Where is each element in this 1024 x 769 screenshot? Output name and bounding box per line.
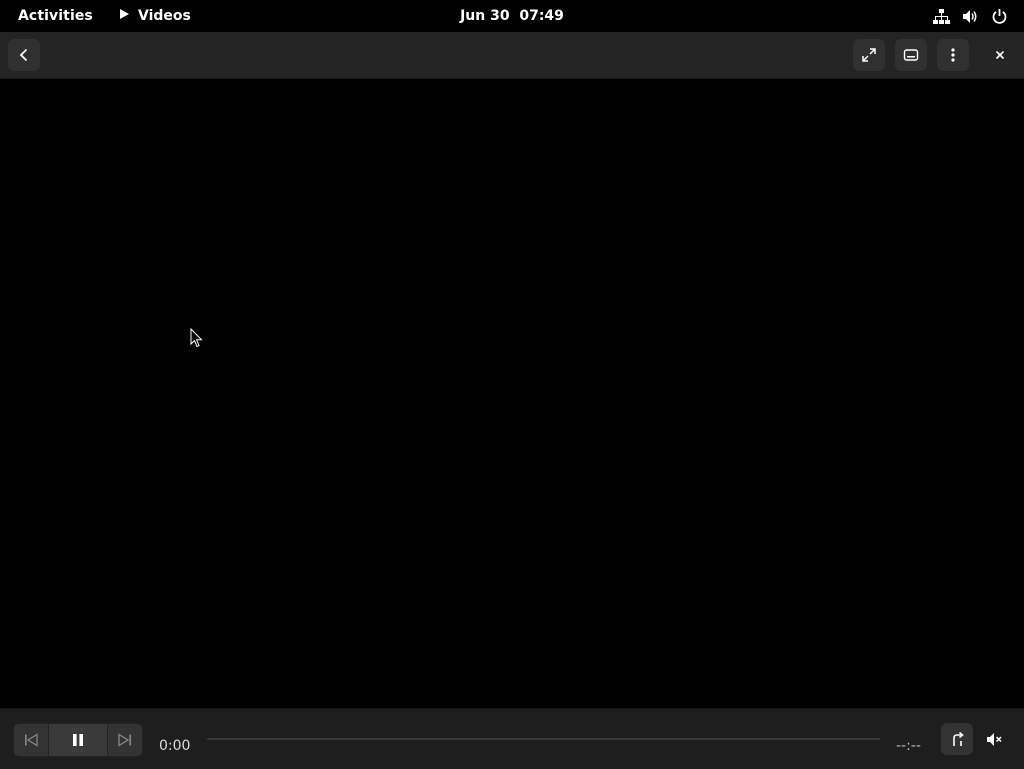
- play-icon: [118, 8, 130, 24]
- next-icon: [118, 733, 132, 747]
- close-button[interactable]: [984, 39, 1016, 71]
- next-button[interactable]: [108, 724, 142, 756]
- play-pause-button[interactable]: [48, 724, 108, 756]
- volume-button[interactable]: [978, 723, 1010, 755]
- volume-muted-icon: [986, 731, 1003, 748]
- fullscreen-icon: [861, 47, 877, 63]
- activities-button[interactable]: Activities: [18, 0, 93, 32]
- video-area[interactable]: [0, 79, 1024, 708]
- back-icon: [16, 47, 32, 63]
- system-tray[interactable]: [933, 0, 1008, 32]
- network-icon[interactable]: [933, 8, 950, 25]
- mouse-cursor-icon: [190, 328, 203, 348]
- back-button[interactable]: [8, 39, 40, 71]
- more-icon: [945, 47, 961, 63]
- volume-icon[interactable]: [962, 8, 979, 25]
- close-icon: [992, 47, 1008, 63]
- playback-controls: 0:00 --:--: [0, 708, 1024, 769]
- app-menu[interactable]: Videos: [118, 0, 191, 32]
- subtitles-icon: [903, 47, 919, 63]
- headerbar: [0, 32, 1024, 79]
- seek-slider[interactable]: [207, 738, 880, 740]
- app-menu-label: Videos: [138, 8, 191, 24]
- top-panel: Activities Videos Jun 30 07:49: [0, 0, 1024, 32]
- transport-buttons: [13, 723, 143, 757]
- power-icon[interactable]: [991, 8, 1008, 25]
- previous-button[interactable]: [14, 724, 48, 756]
- pause-icon: [71, 733, 85, 747]
- subtitles-button[interactable]: [895, 39, 927, 71]
- menu-button[interactable]: [937, 39, 969, 71]
- previous-icon: [24, 733, 38, 747]
- repeat-icon: [949, 731, 966, 748]
- clock[interactable]: Jun 30 07:49: [460, 8, 564, 24]
- current-time: 0:00: [159, 738, 191, 754]
- repeat-button[interactable]: [941, 723, 973, 755]
- total-time: --:--: [896, 738, 921, 754]
- fullscreen-button[interactable]: [853, 39, 885, 71]
